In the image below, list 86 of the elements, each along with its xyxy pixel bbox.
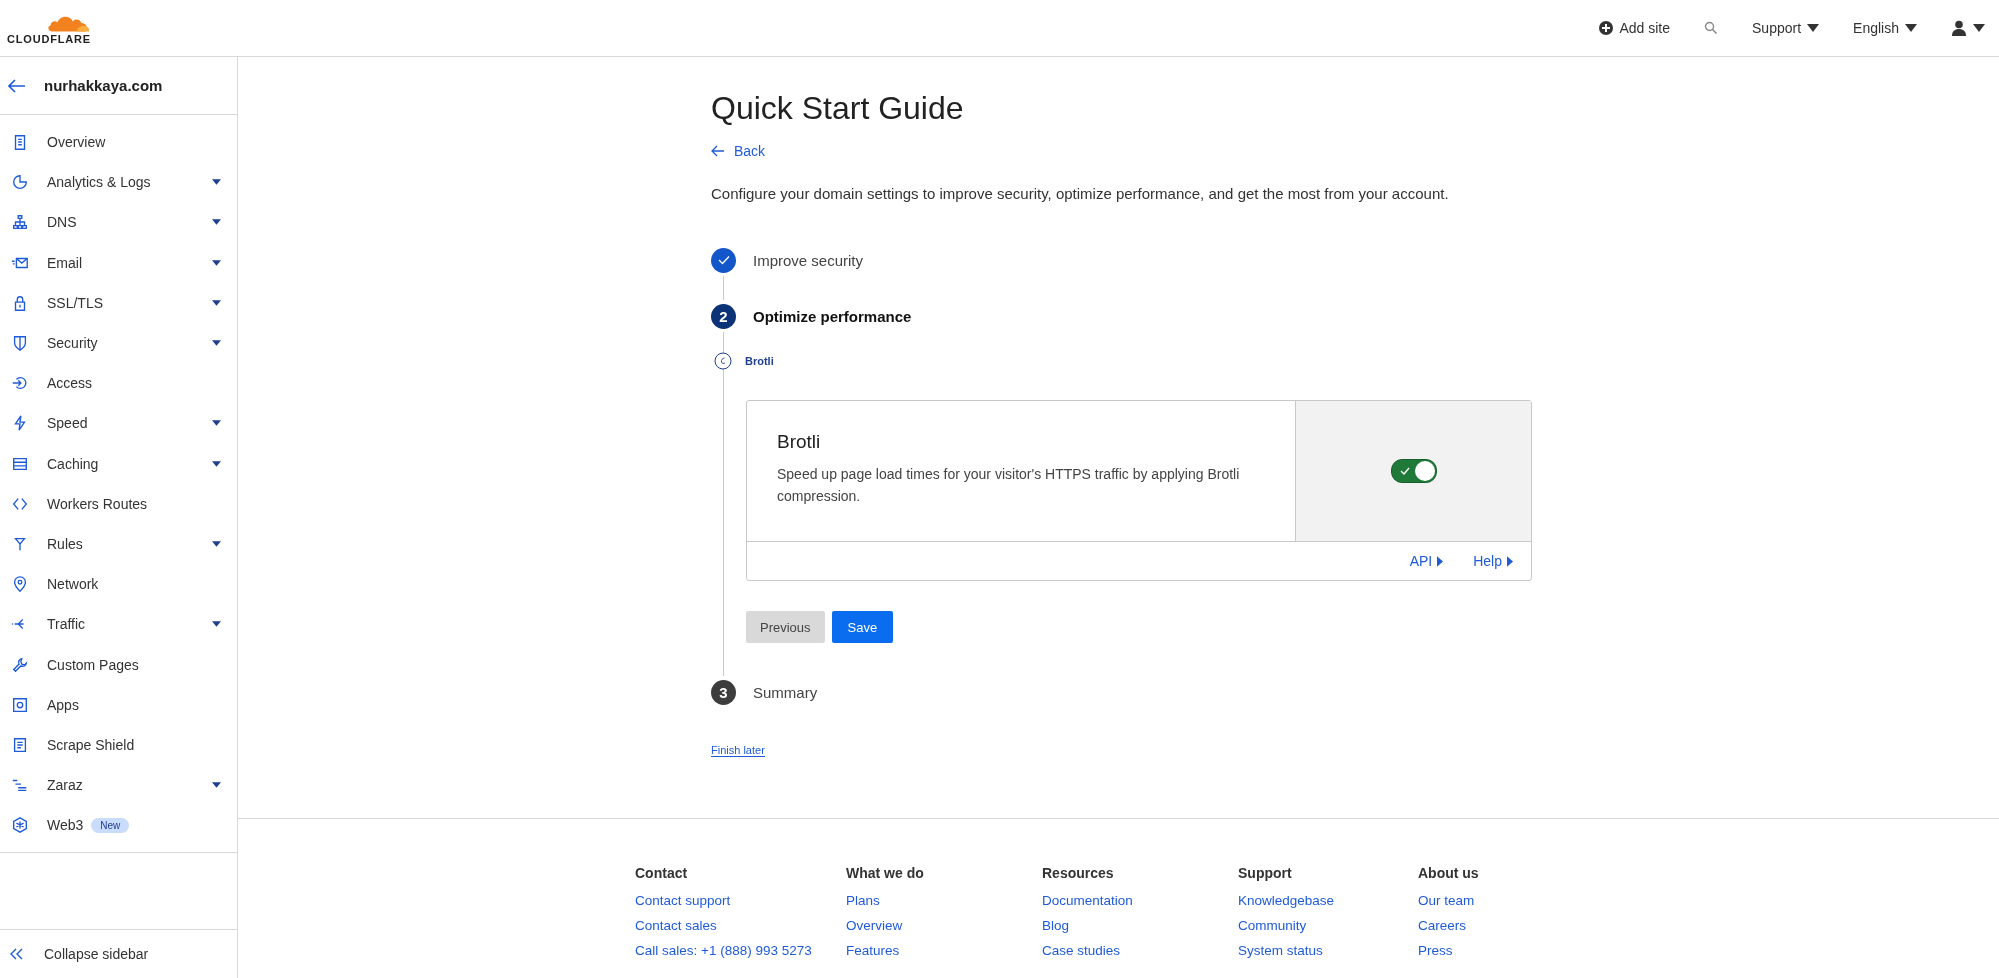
caret-icon: [1973, 24, 1985, 32]
sidebar-item[interactable]: Custom Pages: [0, 644, 237, 685]
step-label: Improve security: [753, 251, 864, 269]
sidebar-item[interactable]: Speed: [0, 403, 237, 444]
lightning-icon: [11, 414, 29, 433]
sidebar-item[interactable]: Web3 New: [0, 805, 237, 846]
footer-link[interactable]: Our team: [1418, 893, 1479, 908]
footer-link[interactable]: Documentation: [1042, 893, 1238, 908]
footer-link[interactable]: Community: [1238, 918, 1418, 933]
footer-link[interactable]: Contact support: [635, 893, 846, 908]
footer-heading: Contact: [635, 865, 689, 881]
caret-icon: [1905, 24, 1917, 32]
footer-heading: What we do: [846, 865, 925, 881]
logo[interactable]: CLOUDFLARE: [6, 11, 92, 45]
map-pin-icon: [11, 575, 29, 594]
sidebar-item[interactable]: Analytics & Logs: [0, 162, 237, 203]
card-link[interactable]: API: [1409, 553, 1444, 569]
add-site-button[interactable]: Add site: [1599, 20, 1671, 36]
footer-link[interactable]: Case studies: [1042, 943, 1238, 958]
sidebar-item[interactable]: SSL/TLS: [0, 282, 237, 323]
step-label: Optimize performance: [753, 307, 912, 325]
new-badge: New: [91, 817, 130, 833]
footer-link[interactable]: Press: [1418, 943, 1479, 958]
triangle-right-icon: [1437, 555, 1444, 567]
footer-link[interactable]: Call sales: +1 (888) 993 5273: [635, 943, 846, 958]
footer-heading: Resources: [1042, 865, 1115, 881]
document-icon: [11, 735, 29, 754]
substep-circle-icon: [714, 352, 732, 370]
check-icon: [717, 255, 730, 265]
finish-later-link[interactable]: Finish later: [711, 744, 765, 757]
sidebar-item[interactable]: Apps: [0, 684, 237, 725]
sidebar-item[interactable]: Access: [0, 363, 237, 404]
search-icon[interactable]: [1704, 21, 1719, 35]
step-indicator: 3: [711, 679, 736, 705]
sidebar-item[interactable]: Zaraz: [0, 765, 237, 806]
user-menu[interactable]: [1951, 20, 1985, 36]
footer-link[interactable]: Blog: [1042, 918, 1238, 933]
footer-link[interactable]: Contact sales: [635, 918, 846, 933]
footer-link[interactable]: Features: [846, 943, 1042, 958]
collapse-sidebar-link[interactable]: Collapse sidebar: [0, 929, 237, 978]
footer-link[interactable]: Plans: [846, 893, 1042, 908]
footer-link[interactable]: Overview: [846, 918, 1042, 933]
back-link[interactable]: Back: [711, 143, 766, 159]
wrench-icon: [11, 655, 29, 674]
sidebar-item[interactable]: Caching: [0, 443, 237, 484]
description: Configure your domain settings to improve security, optimize performance, and get the most from your account.: [711, 185, 1450, 202]
double-chevron-icon: [10, 947, 24, 961]
sidebar-item[interactable]: Overview: [0, 122, 237, 163]
sidebar-item[interactable]: Email: [0, 242, 237, 283]
back-arrow-icon: [711, 144, 725, 158]
shield-icon: [11, 334, 29, 353]
triangle-right-icon: [1507, 555, 1513, 567]
user-icon: [1951, 20, 1967, 36]
footer-heading: Support: [1238, 865, 1293, 881]
back-arrow-icon[interactable]: [8, 78, 26, 93]
footer-link[interactable]: System status: [1238, 943, 1418, 958]
substep-label: Brotli: [745, 355, 774, 367]
caret-icon: [1807, 24, 1820, 32]
sidebar-item[interactable]: Rules: [0, 523, 237, 565]
footer-link[interactable]: Careers: [1418, 918, 1479, 933]
domain-name: nurhakkaya.com: [44, 77, 163, 94]
pie-chart-icon: [11, 173, 29, 192]
check-icon: [1399, 467, 1410, 475]
footer-link[interactable]: Knowledgebase: [1238, 893, 1418, 908]
toggle-switch[interactable]: [1390, 459, 1437, 483]
card-description: Speed up page load times for your visitor's HTTPS traffic by applying Brotli compression.: [777, 465, 1241, 506]
support-menu[interactable]: Support: [1752, 20, 1820, 36]
plus-circle-icon: [1599, 21, 1614, 35]
hexagon-icon: [11, 816, 29, 835]
sidebar-item[interactable]: Workers Routes: [0, 483, 237, 524]
sidebar-item[interactable]: Security: [0, 322, 237, 364]
step-button[interactable]: Save: [831, 611, 894, 643]
sidebar-item[interactable]: Scrape Shield: [0, 724, 237, 765]
language-menu[interactable]: English: [1853, 20, 1917, 36]
step-label: Summary: [753, 683, 818, 701]
sidebar-item[interactable]: DNS: [0, 202, 237, 243]
sidebar-item[interactable]: Network: [0, 564, 237, 605]
card-link[interactable]: Help: [1473, 553, 1513, 569]
step-button[interactable]: Previous: [746, 611, 825, 643]
footer-heading: About us: [1418, 865, 1479, 881]
card-title: Brotli: [777, 431, 822, 453]
step-indicator: 2: [711, 303, 736, 329]
page-title: Quick Start Guide: [711, 89, 965, 127]
sidebar-item[interactable]: Traffic: [0, 604, 237, 645]
sitemap-icon: [11, 213, 29, 232]
logo-text: CLOUDFLARE: [7, 33, 91, 45]
